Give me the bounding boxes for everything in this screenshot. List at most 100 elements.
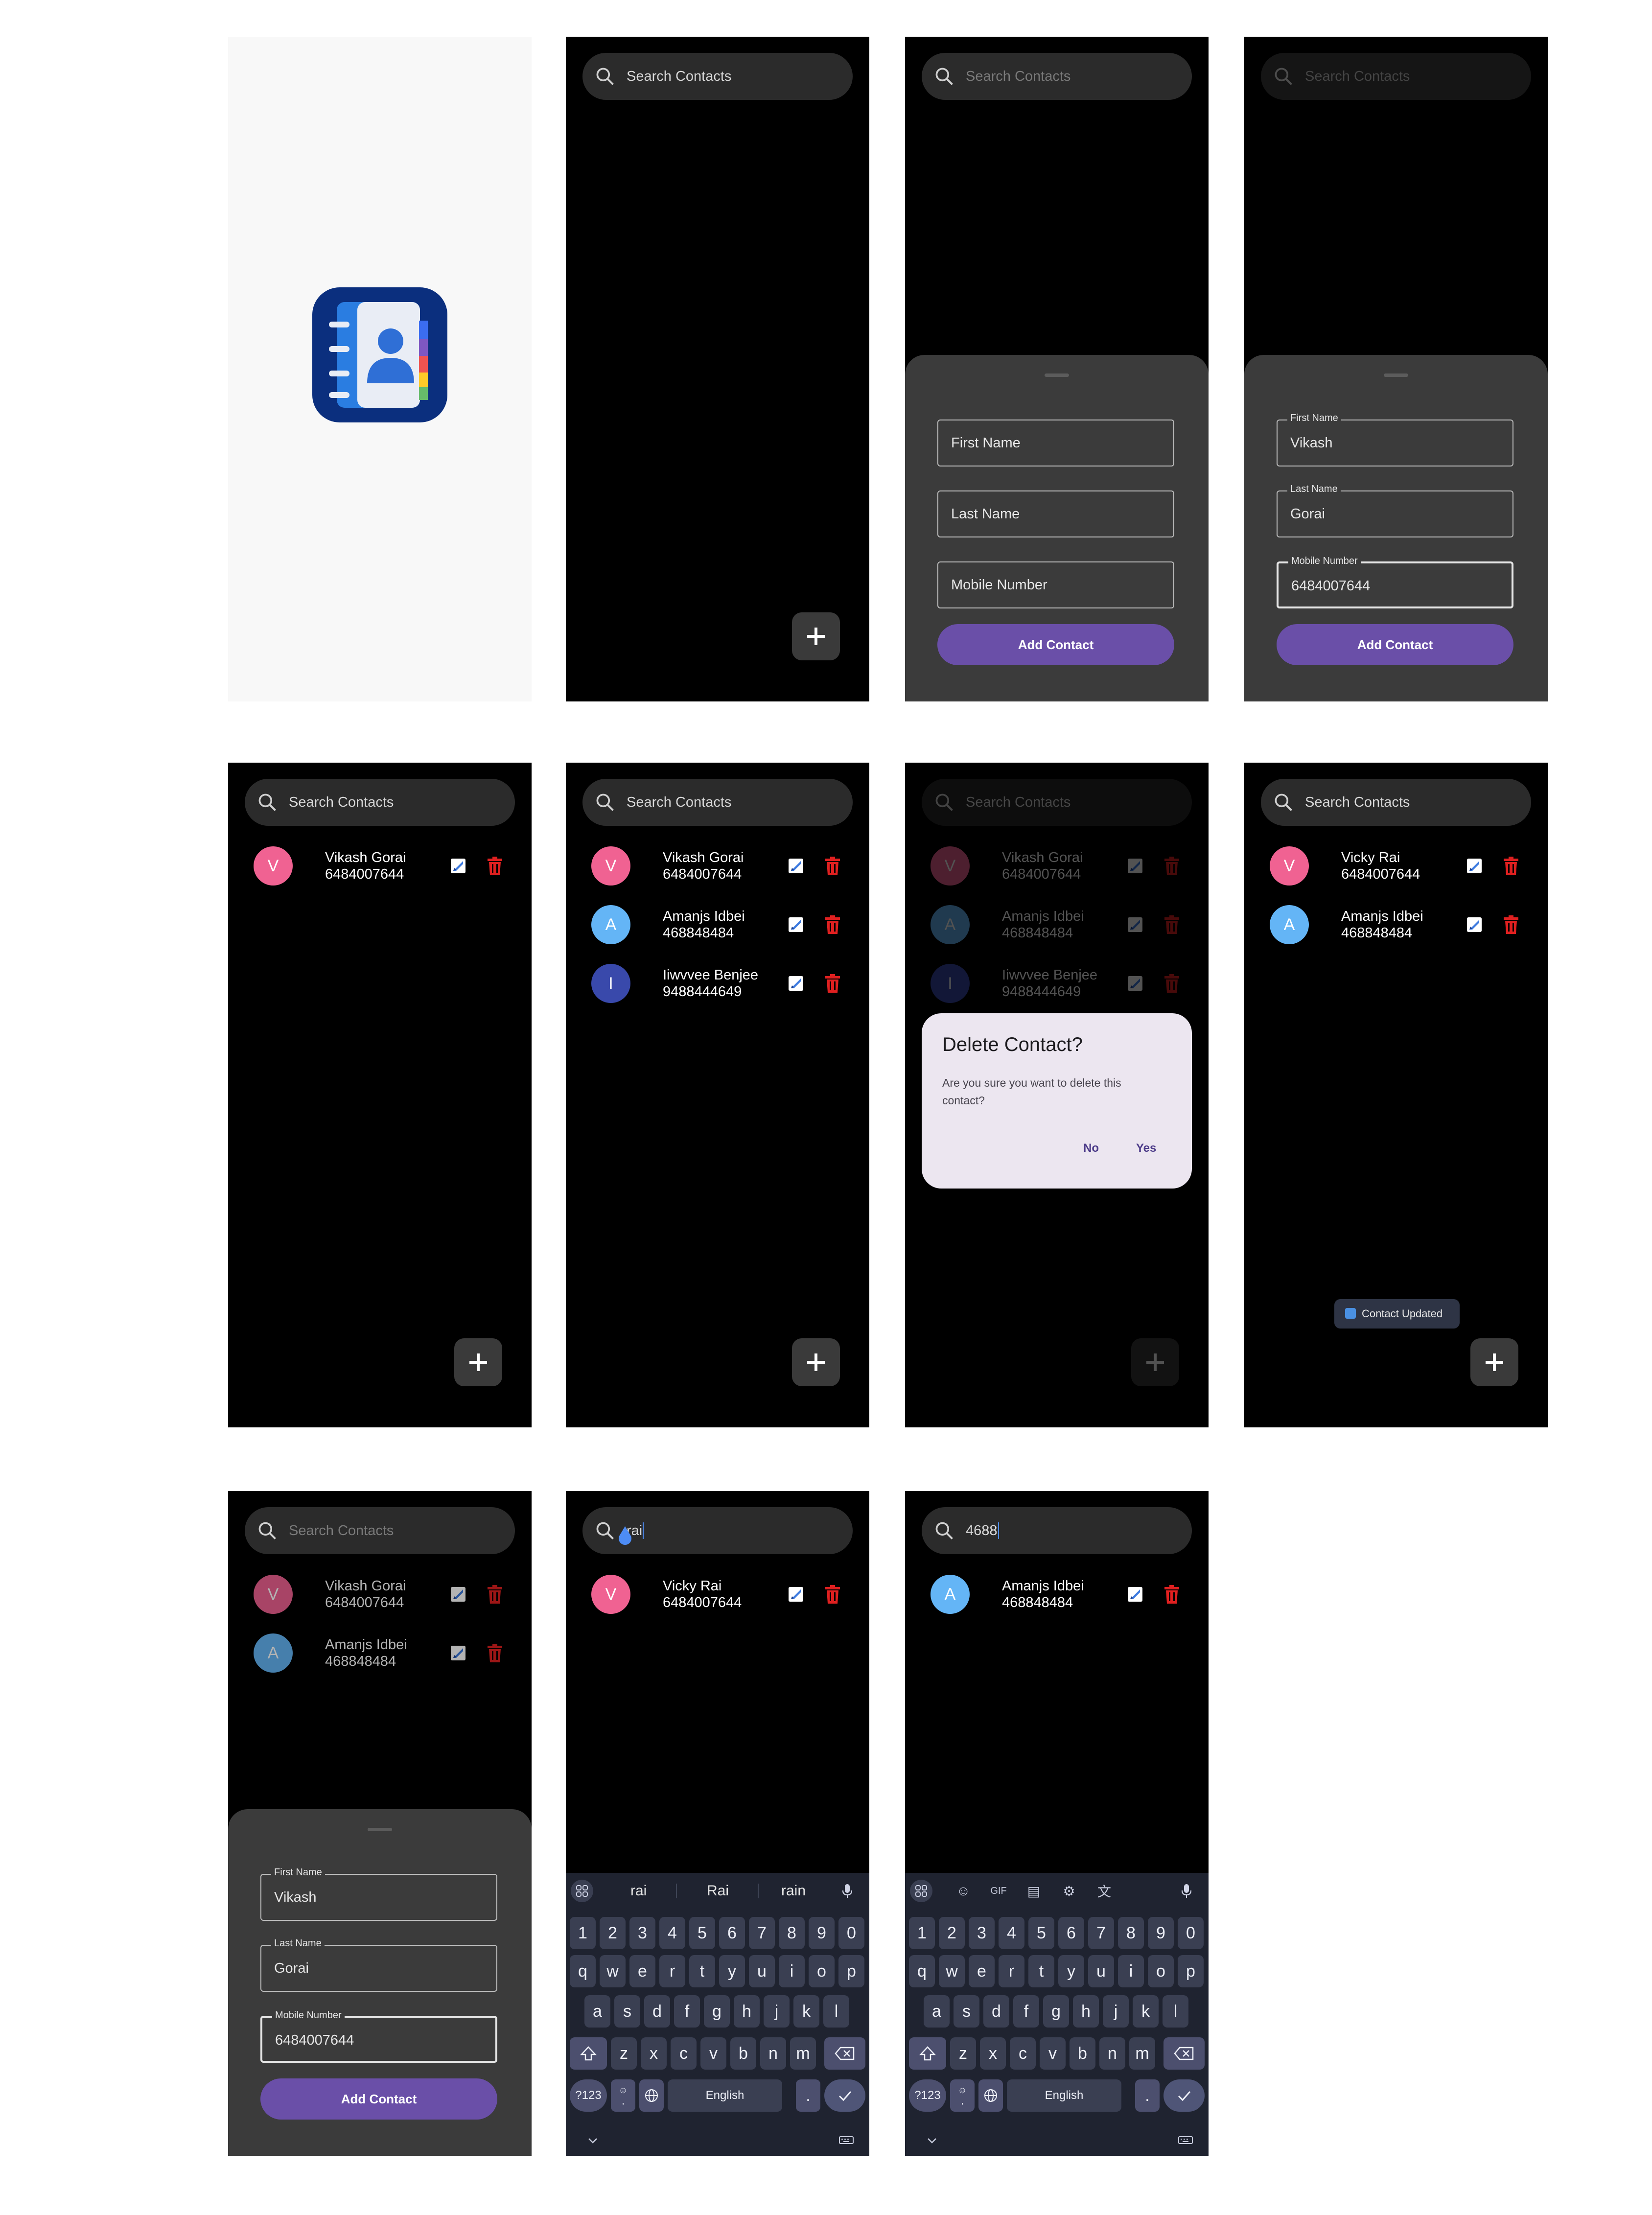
key[interactable]: l	[823, 1995, 849, 2028]
microphone-icon[interactable]	[1175, 1880, 1198, 1902]
delete-icon[interactable]	[488, 1644, 502, 1662]
search-bar[interactable]: Search Contacts	[1261, 53, 1531, 100]
edit-icon[interactable]	[788, 976, 804, 991]
key[interactable]: d	[644, 1995, 670, 2028]
mobile-number-field[interactable]: Mobile Number	[937, 561, 1174, 608]
key[interactable]: a	[584, 1995, 610, 2028]
gif-icon[interactable]: GIF	[987, 1880, 1010, 1902]
shift-key[interactable]	[909, 2037, 946, 2070]
delete-icon[interactable]	[488, 857, 502, 875]
contact-row[interactable]: V Vikash Gorai6484007644	[228, 839, 532, 893]
key[interactable]: 0	[838, 1917, 864, 1949]
drag-handle[interactable]	[1045, 373, 1069, 377]
first-name-field[interactable]: First Name	[937, 420, 1174, 466]
contact-row[interactable]: A Amanjs Idbei468848484	[905, 1567, 1209, 1621]
key[interactable]: 1	[570, 1917, 596, 1949]
key[interactable]: 6	[1058, 1917, 1084, 1949]
key[interactable]: 7	[749, 1917, 775, 1949]
symbols-key[interactable]: ?123	[570, 2079, 607, 2112]
key[interactable]: r	[999, 1955, 1024, 1987]
key[interactable]: 3	[969, 1917, 995, 1949]
suggestion-chip[interactable]: Rai	[707, 1883, 729, 1899]
search-bar[interactable]: Search Contacts	[1261, 779, 1531, 826]
clipboard-icon[interactable]: ▤	[1023, 1880, 1045, 1902]
key[interactable]: y	[1058, 1955, 1084, 1987]
enter-check-key[interactable]	[824, 2079, 865, 2112]
contact-row[interactable]: V Vicky Rai 6484007644	[566, 1567, 869, 1621]
edit-icon[interactable]	[788, 917, 804, 933]
key[interactable]: 4	[659, 1917, 685, 1949]
key[interactable]: e	[969, 1955, 995, 1987]
key[interactable]: c	[671, 2037, 697, 2070]
hide-keyboard-icon[interactable]	[921, 2129, 943, 2152]
suggestion-chip[interactable]: rai	[630, 1883, 647, 1899]
search-bar[interactable]: Search Contacts	[245, 779, 515, 826]
space-key[interactable]: English	[1007, 2079, 1121, 2112]
edit-icon[interactable]	[450, 1586, 466, 1602]
key[interactable]: d	[983, 1995, 1009, 2028]
key[interactable]: q	[909, 1955, 935, 1987]
add-contact-button[interactable]: Add Contact	[260, 2078, 497, 2120]
key[interactable]: b	[730, 2037, 756, 2070]
key[interactable]: 0	[1178, 1917, 1204, 1949]
key[interactable]: t	[689, 1955, 715, 1987]
key[interactable]: h	[1073, 1995, 1099, 2028]
key[interactable]: j	[1103, 1995, 1129, 2028]
key[interactable]: o	[809, 1955, 835, 1987]
add-contact-button[interactable]	[1470, 1338, 1518, 1386]
key[interactable]: u	[749, 1955, 775, 1987]
symbols-key[interactable]: ?123	[909, 2079, 946, 2112]
key[interactable]: 2	[600, 1917, 626, 1949]
key[interactable]: i	[779, 1955, 805, 1987]
add-contact-button[interactable]	[792, 1338, 840, 1386]
key[interactable]: g	[1043, 1995, 1069, 2028]
key[interactable]: j	[764, 1995, 790, 2028]
edit-icon[interactable]	[450, 1645, 466, 1661]
key[interactable]: z	[611, 2037, 637, 2070]
key[interactable]: 7	[1088, 1917, 1114, 1949]
key[interactable]: f	[674, 1995, 700, 2028]
last-name-field[interactable]: Last Name Gorai	[260, 1938, 497, 1992]
key[interactable]: 9	[1148, 1917, 1174, 1949]
add-contact-button[interactable]: Add Contact	[937, 624, 1174, 665]
globe-icon[interactable]	[978, 2079, 1003, 2112]
last-name-field[interactable]: Last Name Gorai	[1277, 484, 1513, 537]
delete-icon[interactable]	[1504, 857, 1518, 875]
edit-icon[interactable]	[788, 858, 804, 874]
key[interactable]: m	[790, 2037, 816, 2070]
key[interactable]: c	[1010, 2037, 1036, 2070]
contact-row[interactable]: A Amanjs Idbei468848484	[566, 898, 869, 952]
key[interactable]: 5	[689, 1917, 715, 1949]
enter-check-key[interactable]	[1163, 2079, 1205, 2112]
text-handle[interactable]	[617, 1525, 633, 1545]
delete-icon[interactable]	[825, 974, 840, 993]
delete-icon[interactable]	[1504, 915, 1518, 934]
settings-gear-icon[interactable]: ⚙	[1058, 1880, 1080, 1902]
dialog-no-button[interactable]: No	[1083, 1142, 1099, 1155]
mobile-number-field[interactable]: Mobile Number 6484007644	[1277, 556, 1513, 608]
key[interactable]: o	[1148, 1955, 1174, 1987]
key[interactable]: l	[1163, 1995, 1188, 2028]
delete-icon[interactable]	[825, 915, 840, 934]
dialog-yes-button[interactable]: Yes	[1136, 1142, 1156, 1155]
delete-icon[interactable]	[825, 857, 840, 875]
key[interactable]: y	[719, 1955, 745, 1987]
key[interactable]: z	[950, 2037, 976, 2070]
emoji-comma-key[interactable]: ☺ ,	[950, 2079, 975, 2112]
delete-icon[interactable]	[825, 1585, 840, 1604]
mobile-number-field[interactable]: Mobile Number 6484007644	[260, 2010, 497, 2063]
delete-icon[interactable]	[488, 1585, 502, 1604]
key[interactable]: a	[924, 1995, 950, 2028]
key[interactable]: i	[1118, 1955, 1144, 1987]
key[interactable]: 9	[809, 1917, 835, 1949]
add-contact-button[interactable]	[454, 1338, 502, 1386]
key[interactable]: 5	[1028, 1917, 1054, 1949]
sticker-icon[interactable]: ☺	[952, 1880, 975, 1902]
key[interactable]: s	[614, 1995, 640, 2028]
key[interactable]: n	[1099, 2037, 1125, 2070]
key[interactable]: r	[659, 1955, 685, 1987]
globe-icon[interactable]	[639, 2079, 664, 2112]
edit-icon[interactable]	[1466, 858, 1482, 874]
apps-grid-icon[interactable]	[910, 1880, 932, 1902]
apps-grid-icon[interactable]	[571, 1880, 593, 1902]
